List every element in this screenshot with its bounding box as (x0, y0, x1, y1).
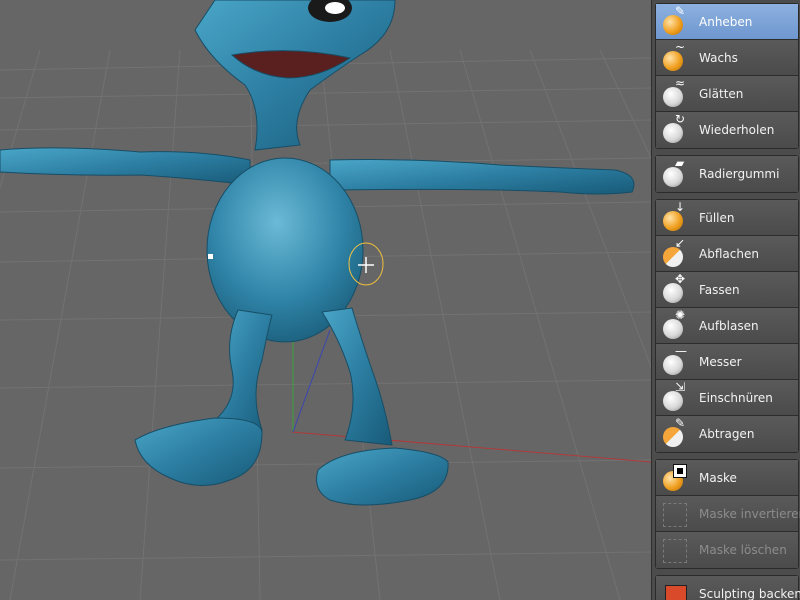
tool-label: Wachs (699, 50, 738, 65)
tool-abtragen-button[interactable]: ✎ Abtragen (656, 416, 798, 452)
tool-radiergummi-button[interactable]: ▰ Radiergummi (656, 156, 798, 192)
tool-messer-button[interactable]: — Messer (656, 344, 798, 380)
tool-label: Sculpting backen (699, 587, 800, 600)
tool-fassen-button[interactable]: ✥ Fassen (656, 272, 798, 308)
axis-z-line (292, 329, 331, 433)
tool-label: Radiergummi (699, 167, 780, 181)
tool-maske-button[interactable]: Maske (656, 460, 798, 496)
tool-sculpting-backen-button[interactable]: Sculpting backen (656, 576, 800, 600)
vertex-marker (208, 254, 213, 259)
brush-wax-icon: ~ (659, 41, 693, 75)
tool-label: Messer (699, 354, 742, 369)
tool-label: Maske invertieren (699, 506, 800, 521)
brush-lift-icon: ✎ (659, 5, 693, 39)
tool-anheben-button[interactable]: ✎ Anheben (656, 4, 798, 40)
tool-wachs-button[interactable]: ~ Wachs (656, 40, 798, 76)
eraser-icon: ▰ (659, 157, 693, 191)
tool-label: Aufblasen (699, 318, 759, 333)
tool-label: Abtragen (699, 427, 755, 441)
brush-group-secondary: ↓ Füllen ↙ Abflachen ✥ Fassen ✺ Aufblase… (655, 199, 799, 453)
tool-label: Glätten (699, 86, 744, 101)
tool-maske-invertieren-button[interactable]: Maske invertieren (656, 496, 800, 532)
mask-icon (659, 461, 693, 495)
brush-group-primary: ✎ Anheben ~ Wachs ≈ Glätten ↻ Wiederhole… (655, 3, 799, 149)
tool-label: Anheben (699, 14, 753, 29)
brush-flatten-icon: ↙ (659, 237, 693, 271)
tool-maske-loeschen-button[interactable]: Maske löschen (656, 532, 798, 568)
bake-group: Sculpting backen (655, 575, 800, 600)
tool-wiederholen-button[interactable]: ↻ Wiederholen (656, 112, 798, 148)
alien-model[interactable] (0, 0, 635, 506)
viewport-canvas[interactable] (0, 0, 651, 600)
brush-repeat-icon: ↻ (659, 113, 693, 147)
brush-smooth-icon: ≈ (659, 77, 693, 111)
tool-fuellen-button[interactable]: ↓ Füllen (656, 200, 798, 236)
tool-label: Wiederholen (699, 123, 775, 137)
tool-glaetten-button[interactable]: ≈ Glätten (656, 76, 798, 112)
eraser-group: ▰ Radiergummi (655, 155, 799, 193)
tool-label: Maske löschen (699, 543, 787, 557)
brush-knife-icon: — (659, 345, 693, 379)
brush-pinch-icon: ⇲ (659, 381, 693, 415)
brush-inflate-icon: ✺ (659, 309, 693, 343)
mask-invert-icon (659, 497, 693, 531)
brush-grab-icon: ✥ (659, 273, 693, 307)
tool-aufblasen-button[interactable]: ✺ Aufblasen (656, 308, 798, 344)
sculpt-tool-panel: ✎ Anheben ~ Wachs ≈ Glätten ↻ Wiederhole… (651, 0, 800, 600)
sculpt-bake-icon (659, 577, 693, 600)
viewport-3d[interactable] (0, 0, 651, 600)
mask-group: Maske Maske invertieren Maske löschen (655, 459, 800, 569)
tool-label: Maske (699, 470, 737, 485)
tool-abflachen-button[interactable]: ↙ Abflachen (656, 236, 798, 272)
tool-label: Abflachen (699, 246, 759, 261)
brush-fill-icon: ↓ (659, 201, 693, 235)
brush-scrape-icon: ✎ (659, 417, 693, 451)
tool-label: Füllen (699, 210, 735, 225)
mask-clear-icon (659, 533, 693, 567)
tool-label: Fassen (699, 282, 740, 297)
tool-einschnueren-button[interactable]: ⇲ Einschnüren (656, 380, 798, 416)
tool-label: Einschnüren (699, 390, 773, 405)
